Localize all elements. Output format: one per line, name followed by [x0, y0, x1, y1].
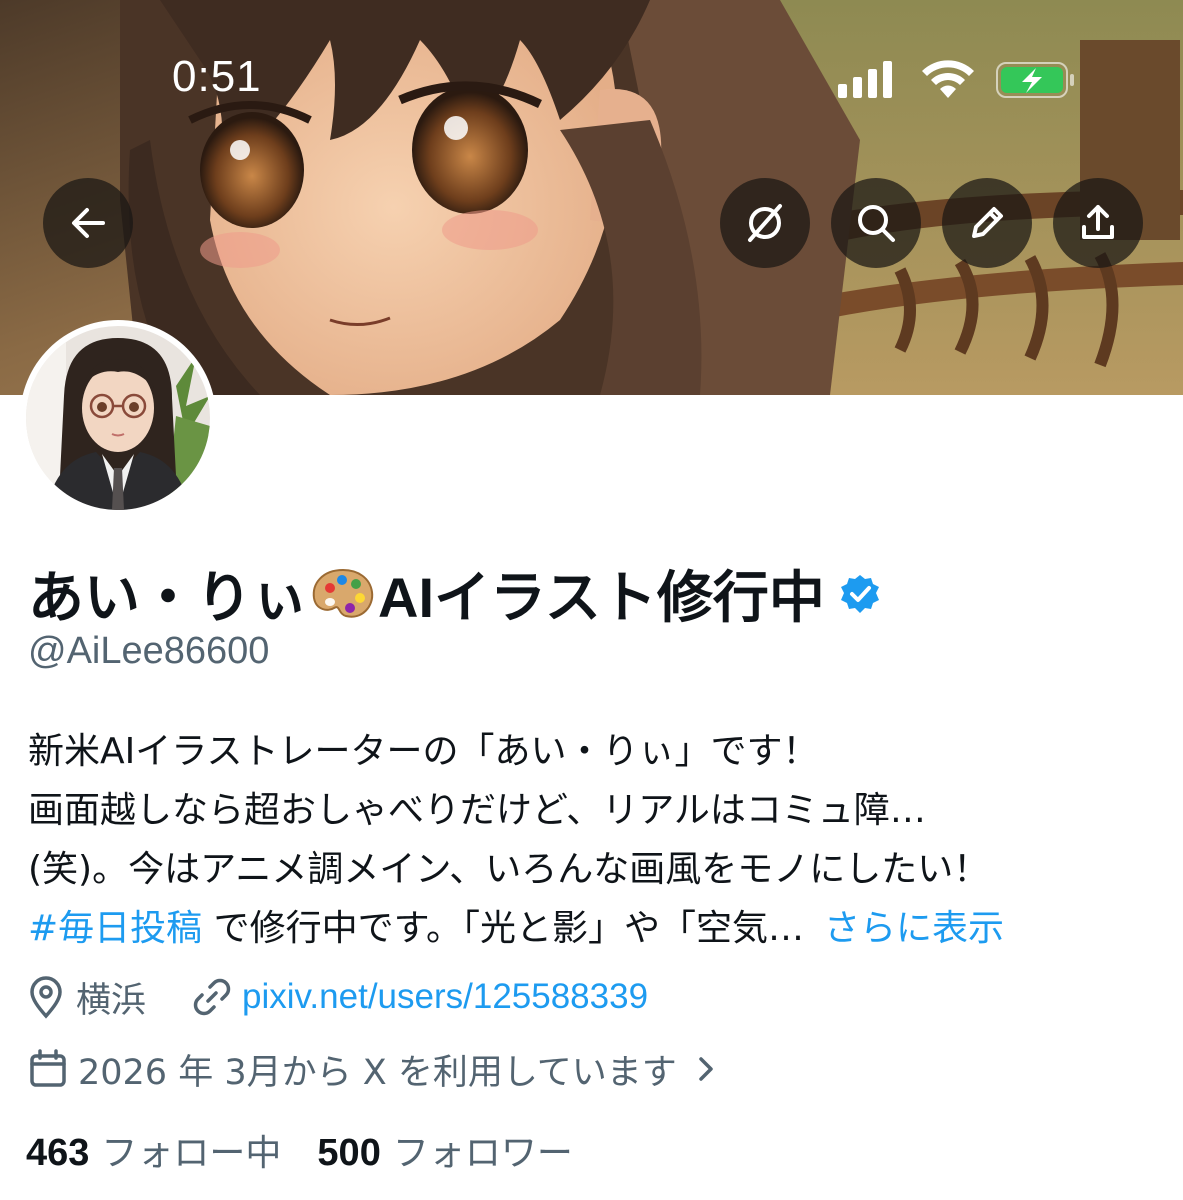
battery-charging-icon [996, 62, 1074, 98]
user-handle: @AiLee86600 [28, 630, 270, 672]
status-icons [838, 58, 1078, 102]
bio-line: (笑)。今はアニメ調メイン、いろんな画風をモノにしたい！ [28, 849, 990, 890]
bio-text: で修行中です。「光と影」や「空気… [202, 908, 805, 949]
display-name-text: あい・りぃ [28, 566, 308, 629]
bio-line: 新米AIイラストレーターの「あい・りぃ」です！ [28, 731, 819, 772]
link-icon [193, 978, 231, 1016]
back-arrow-icon [72, 208, 105, 238]
profile-meta-row: 横浜 pixiv.net/users/125588339 [26, 972, 648, 1022]
show-more-link[interactable]: さらに表示 [824, 908, 1004, 949]
grok-icon [748, 204, 782, 242]
status-time: 0:51 [172, 52, 262, 101]
share-icon [1082, 205, 1114, 239]
wifi-icon [922, 60, 974, 98]
follow-stats: 463 フォロー中 500 フォロワー [26, 1124, 573, 1176]
joined-date-row[interactable]: 2026 年 3月から X を利用しています [26, 1044, 721, 1094]
following-label: フォロー中 [101, 1133, 282, 1174]
edit-button[interactable] [942, 178, 1032, 268]
search-icon [858, 205, 895, 242]
followers-link[interactable]: 500 フォロワー [317, 1124, 572, 1176]
followers-label: フォロワー [392, 1133, 573, 1174]
bio-line: 画面越しなら超おしゃべりだけど、リアルはコミュ障… [28, 790, 926, 831]
website-link[interactable]: pixiv.net/users/125588339 [242, 977, 648, 1017]
location-text: 横浜 [76, 980, 147, 1021]
cellular-signal-icon [838, 61, 892, 98]
chevron-right-icon [699, 1057, 713, 1081]
palette-emoji-icon [312, 568, 374, 618]
bio-line: #毎日投稿 で修行中です。「光と影」や「空気… さらに表示 [28, 899, 1168, 958]
following-link[interactable]: 463 フォロー中 [26, 1124, 281, 1176]
share-button[interactable] [1053, 178, 1143, 268]
following-count: 463 [26, 1132, 90, 1174]
verified-badge-icon[interactable] [839, 573, 881, 615]
display-name-suffix: AIイラスト修行中 [378, 566, 825, 629]
joined-date-text: 2026 年 3月から X を利用しています [78, 1052, 677, 1093]
avatar[interactable] [20, 320, 216, 516]
bio: 新米AIイラストレーターの「あい・りぃ」です！ 画面越しなら超おしゃべりだけど、… [28, 722, 1168, 958]
pencil-icon [972, 207, 1003, 238]
back-button[interactable] [43, 178, 133, 268]
followers-count: 500 [317, 1132, 381, 1174]
calendar-icon [30, 1049, 66, 1087]
display-name: あい・りぃ AIイラスト修行中 [28, 553, 881, 634]
location-pin-icon [30, 976, 62, 1019]
grok-button[interactable] [720, 178, 810, 268]
hashtag-link[interactable]: #毎日投稿 [28, 908, 202, 949]
search-button[interactable] [831, 178, 921, 268]
